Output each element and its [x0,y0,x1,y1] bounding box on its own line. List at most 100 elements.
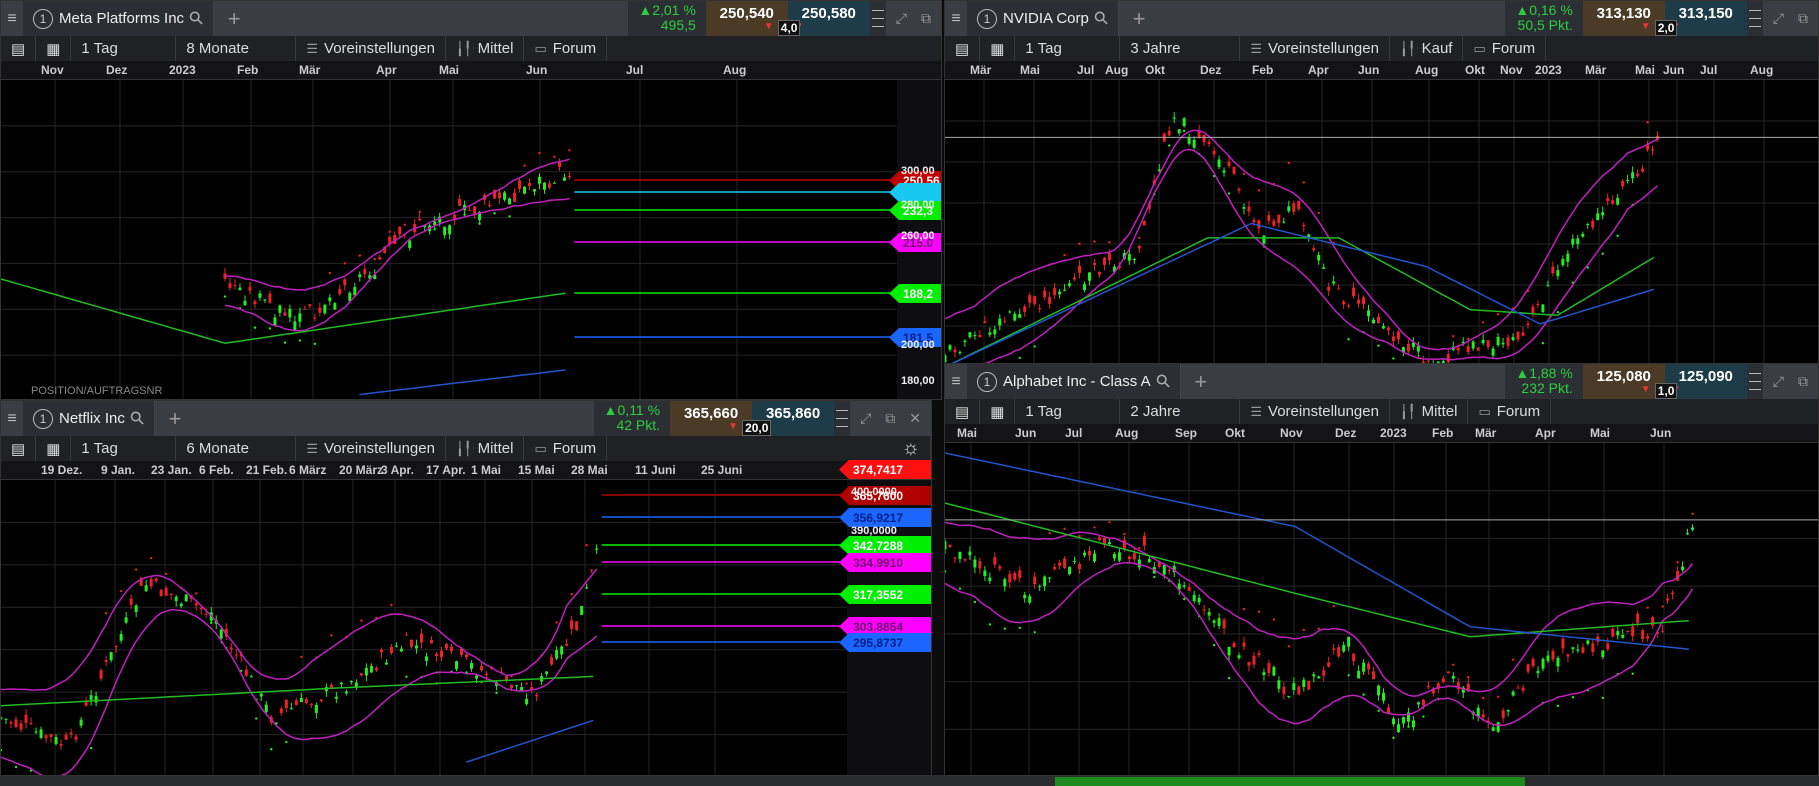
menu-icon[interactable]: ≡ [945,364,967,399]
forum-button[interactable]: ▭ Forum [1463,36,1547,61]
candle [229,647,233,650]
range-select[interactable]: 2 Jahre [1120,399,1241,424]
range-select[interactable]: 6 Monate [176,436,297,461]
add-tab-button[interactable]: + [1181,364,1221,399]
menu-icon[interactable]: ≡ [945,1,967,36]
close-icon[interactable]: ✕ [909,410,921,427]
add-tab-button[interactable]: + [1119,1,1159,36]
candle [455,661,459,670]
layout-grid-icon[interactable]: ▦ [36,436,72,461]
sar-dot [1212,643,1216,647]
instrument-tab[interactable]: 1 Meta Platforms Inc ⚲ [23,1,215,36]
settings-button[interactable]: ☰ Voreinstellungen [1240,399,1390,424]
popout-icon[interactable]: ⧉ [1798,373,1808,390]
search-icon[interactable]: ⚲ [125,406,149,430]
forum-button[interactable]: ▭ Forum [1468,399,1552,424]
maximize-icon[interactable]: ⤢ [1773,373,1784,390]
candle [1287,206,1291,212]
order-depth-icon[interactable] [869,1,886,36]
maximize-icon[interactable]: ⤢ [896,10,907,27]
sar-dot [1123,532,1126,536]
interval-select[interactable]: 1 Tag [1015,399,1121,424]
menu-icon[interactable]: ≡ [1,1,23,36]
price-tag[interactable]: 342,7288 [839,536,931,555]
sar-dot [283,341,287,344]
candle [1576,649,1580,651]
bid-price-button[interactable]: 250,540 ▼ 4,0 [705,1,801,36]
maximize-icon[interactable]: ⤢ [1773,10,1784,27]
bid-price-button[interactable]: 125,080 ▼ 1,0 [1582,364,1678,399]
price-type-button[interactable]: ╽╿ Kauf [1390,36,1464,61]
price-type-button[interactable]: ╽╿ Mittel [446,436,525,461]
list-view-icon[interactable]: ▤ [945,36,981,61]
layout-grid-icon[interactable]: ▦ [980,399,1016,424]
popout-icon[interactable]: ⧉ [885,410,895,427]
candle [480,665,484,671]
layout-grid-icon[interactable]: ▦ [980,36,1016,61]
menu-icon[interactable]: ≡ [1,401,23,436]
search-icon[interactable]: ⚲ [1089,6,1113,30]
range-select[interactable]: 8 Monate [176,36,297,61]
layout-grid-icon[interactable]: ▦ [36,36,72,61]
price-tag[interactable]: 374,7417 [839,460,931,479]
add-tab-button[interactable]: + [214,1,254,36]
candle [562,177,566,181]
price-axis-label: 180,00 [901,375,935,387]
instrument-tab[interactable]: 1 Netflix Inc ⚲ [23,401,156,436]
settings-label: Voreinstellungen [324,40,435,57]
price-type-button[interactable]: ╽╿ Mittel [1390,399,1469,424]
price-chart[interactable] [1,480,932,776]
popout-icon[interactable]: ⧉ [921,10,931,27]
settings-button[interactable]: ☰ Voreinstellungen [296,436,446,461]
maximize-icon[interactable]: ⤢ [860,410,871,427]
interval-select[interactable]: 1 Tag [1015,36,1121,61]
price-tag[interactable]: 188,2 [889,284,941,303]
price-tag[interactable]: 334,9910 [839,553,931,572]
list-view-icon[interactable]: ▤ [1,36,37,61]
bid-price-button[interactable]: 365,660 ▼ 20,0 [670,401,772,436]
settings-button[interactable]: ☰ Voreinstellungen [1240,36,1390,61]
price-tag[interactable]: 295,8737 [839,633,931,652]
price-chart[interactable] [945,443,1819,776]
price-chart[interactable] [945,80,1819,366]
sar-dot [555,621,558,624]
candle [1561,259,1565,266]
instrument-tab[interactable]: 1 Alphabet Inc - Class A ⚲ [967,364,1181,399]
order-depth-icon[interactable] [834,401,851,436]
price-chart[interactable] [1,80,942,400]
candle [1536,303,1540,305]
candle [1078,564,1082,570]
window-controls: ⤢ ⧉ [1763,364,1818,399]
candle [1606,198,1610,201]
bollinger-lower [224,197,570,332]
search-icon[interactable]: ⚲ [185,6,209,30]
interval-select[interactable]: 1 Tag [71,36,177,61]
search-icon[interactable]: ⚲ [1151,369,1175,393]
interval-select[interactable]: 1 Tag [71,436,177,461]
candle [1063,289,1067,291]
gear-icon[interactable]: ☼ [892,436,931,461]
add-tab-button[interactable]: + [155,401,195,436]
range-select[interactable]: 3 Jahre [1120,36,1241,61]
bid-price-button[interactable]: 313,130 ▼ 2,0 [1582,1,1678,36]
date-tick: Mai [439,63,460,77]
price-type-button[interactable]: ╽╿ Mittel [446,36,525,61]
settings-button[interactable]: ☰ Voreinstellungen [296,36,446,61]
sar-dot [1317,211,1320,215]
popout-icon[interactable]: ⧉ [1798,10,1808,27]
forum-button[interactable]: ▭ Forum [524,436,608,461]
instrument-tab[interactable]: 1 NVIDIA Corp ⚲ [967,1,1120,36]
forum-button[interactable]: ▭ Forum [524,36,608,61]
list-view-icon[interactable]: ▤ [1,436,37,461]
candle [1521,332,1525,336]
order-depth-icon[interactable] [1746,364,1763,399]
order-depth-icon[interactable] [1746,1,1763,36]
change-points: 232 Pkt. [1521,380,1573,396]
depth-line [836,426,849,428]
tab-bar: ≡ 1 Netflix Inc ⚲ + ▲0,11 % 42 Pkt. 365,660 ▼ 20,… [1,401,931,436]
list-view-icon[interactable]: ▤ [945,399,981,424]
sar-dot [1018,626,1021,630]
price-tag[interactable]: 317,3552 [839,585,931,604]
date-tick: Mai [1590,426,1611,440]
candle [545,671,549,674]
